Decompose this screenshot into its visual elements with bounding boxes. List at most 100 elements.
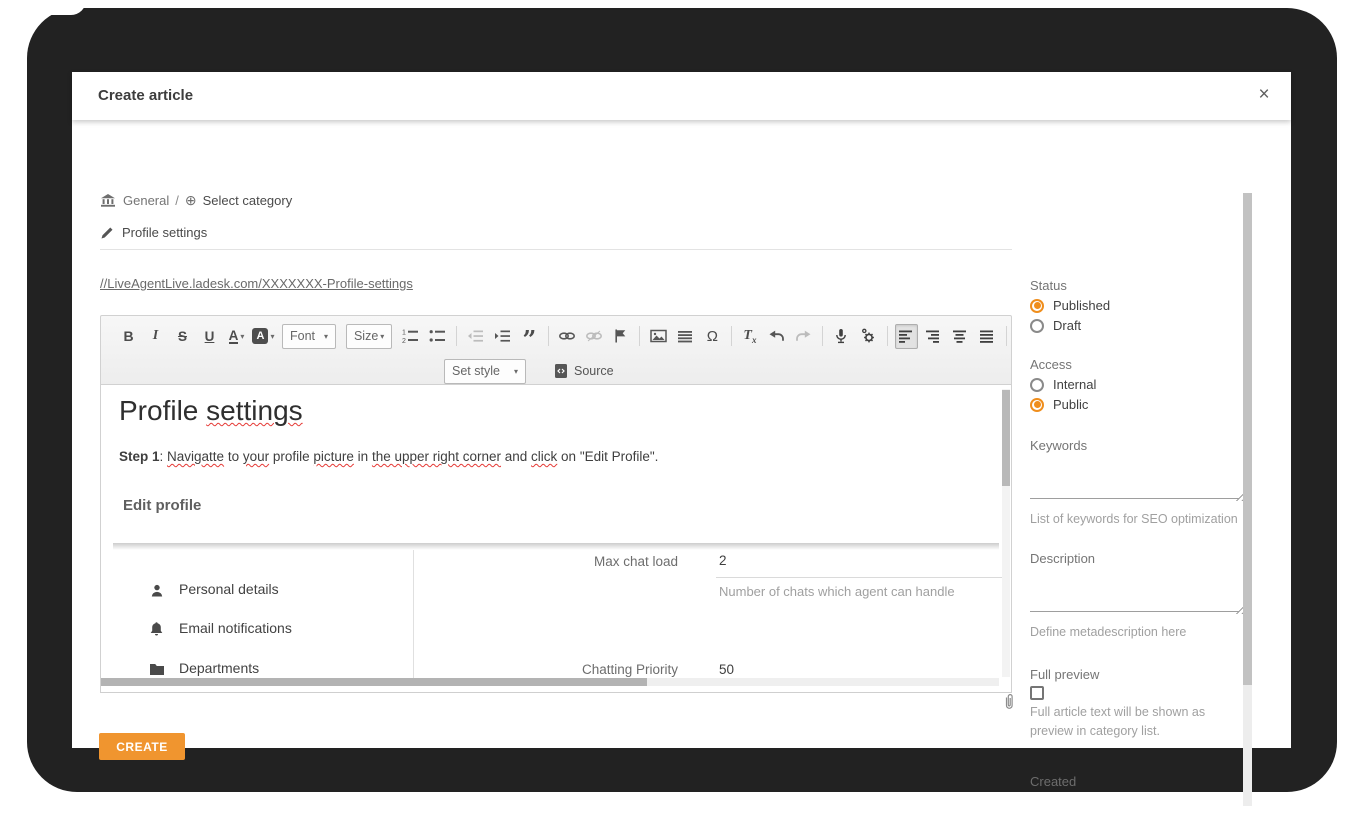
anchor-flag-icon[interactable] (609, 324, 632, 349)
outdent-icon[interactable] (464, 324, 487, 349)
editor-horizontal-scrollbar-thumb[interactable] (101, 678, 647, 686)
radio-icon-public[interactable] (1030, 398, 1044, 412)
breadcrumb-separator: / (175, 193, 179, 208)
attachment-paperclip-icon[interactable] (1003, 693, 1015, 711)
created-label: Created (1030, 774, 1243, 789)
set-style-dropdown[interactable]: Set style▾ (444, 359, 526, 384)
redo-icon[interactable] (792, 324, 815, 349)
underline-icon[interactable]: U (198, 324, 221, 349)
create-button[interactable]: CREATE (99, 733, 185, 760)
align-right-icon[interactable] (922, 324, 945, 349)
source-button[interactable]: Source (553, 363, 614, 379)
screenshot-nav-departments: Departments (149, 660, 259, 676)
editor-vertical-scrollbar[interactable] (1002, 389, 1010, 677)
radio-icon-draft[interactable] (1030, 319, 1044, 333)
screenshot-nav-email-notifications: Email notifications (149, 620, 292, 636)
editor-vertical-scrollbar-thumb[interactable] (1002, 390, 1010, 486)
full-preview-checkbox[interactable] (1030, 686, 1044, 700)
field-label-chatting-priority: Chatting Priority (431, 662, 678, 677)
radio-label-published: Published (1053, 298, 1110, 313)
article-title-text: Profile settings (122, 225, 207, 240)
embedded-screenshot-title: Edit profile (123, 497, 201, 514)
editor-content-area[interactable]: Profile settings Step 1: Navigatte to yo… (100, 385, 1012, 693)
size-dropdown[interactable]: Size▾ (346, 324, 392, 349)
description-helper: Define metadescription here (1030, 623, 1243, 642)
access-label: Access (1030, 357, 1243, 372)
radio-icon-internal[interactable] (1030, 378, 1044, 392)
breadcrumb-category[interactable]: General (123, 193, 169, 208)
indent-icon[interactable] (491, 324, 514, 349)
radio-label-draft: Draft (1053, 318, 1081, 333)
background-color-icon[interactable]: A▾ (252, 324, 275, 349)
frame-notch (0, 0, 86, 15)
embedded-screenshot-shadow (113, 543, 999, 550)
speech-settings-gear-icon[interactable] (857, 324, 880, 349)
sidebar-scrollbar[interactable] (1243, 193, 1252, 806)
justify-icon[interactable] (976, 324, 999, 349)
editor-toolbar: B I S U A▾ A▾ Font▾ Size▾ 12 (100, 315, 1012, 385)
category-bank-icon (100, 193, 116, 208)
italic-icon[interactable]: I (144, 324, 167, 349)
bold-icon[interactable]: B (117, 324, 140, 349)
description-input[interactable] (1030, 568, 1239, 612)
description-label: Description (1030, 551, 1243, 566)
bulleted-list-icon[interactable] (426, 324, 449, 349)
folder-icon (149, 662, 165, 676)
bell-icon (149, 621, 164, 637)
close-icon[interactable]: × (1251, 82, 1277, 108)
radio-published[interactable]: Published (1030, 298, 1243, 313)
align-center-icon[interactable] (949, 324, 972, 349)
image-icon[interactable] (647, 324, 670, 349)
article-url-link[interactable]: //LiveAgentLive.ladesk.com/XXXXXXX-Profi… (100, 276, 413, 291)
radio-draft[interactable]: Draft (1030, 318, 1243, 333)
toolbar-row-1: B I S U A▾ A▾ Font▾ Size▾ 12 (101, 316, 1011, 356)
person-icon (149, 583, 165, 599)
full-preview-helper: Full article text will be shown as previ… (1030, 703, 1243, 742)
toolbar-separator (887, 326, 888, 346)
microphone-icon[interactable] (830, 324, 853, 349)
sidebar-scrollbar-thumb[interactable] (1243, 193, 1252, 685)
strikethrough-icon[interactable]: S (171, 324, 194, 349)
toolbar-separator (639, 326, 640, 346)
toolbar-separator (731, 326, 732, 346)
field-underline (716, 577, 1004, 578)
embedded-screenshot-divider (413, 550, 414, 679)
undo-icon[interactable] (765, 324, 788, 349)
field-label-max-chat-load: Max chat load (431, 554, 678, 569)
keywords-input[interactable] (1030, 455, 1239, 499)
screenshot-nav-personal-details: Personal details (149, 581, 279, 597)
special-character-icon[interactable]: Ω (701, 324, 724, 349)
horizontal-line-icon[interactable] (674, 324, 697, 349)
full-preview-label: Full preview (1030, 667, 1243, 682)
svg-text:2: 2 (402, 338, 406, 344)
source-label: Source (574, 364, 614, 378)
radio-label-public: Public (1053, 397, 1088, 412)
svg-text:1: 1 (402, 330, 406, 337)
radio-internal[interactable]: Internal (1030, 377, 1243, 392)
toolbar-separator (548, 326, 549, 346)
pencil-icon (100, 225, 115, 240)
unlink-icon[interactable] (582, 324, 605, 349)
article-heading: Profile settings (119, 395, 303, 427)
remove-format-icon[interactable]: Tx (738, 324, 761, 349)
keywords-helper: List of keywords for SEO optimization (1030, 510, 1243, 529)
link-icon[interactable] (555, 324, 578, 349)
article-step-paragraph: Step 1: Navigatte to your profile pictur… (119, 449, 658, 464)
text-color-icon[interactable]: A▾ (225, 324, 248, 349)
breadcrumb: General / ⊕ Select category (100, 192, 292, 209)
field-helper-max-chat-load: Number of chats which agent can handle (719, 584, 955, 599)
radio-public[interactable]: Public (1030, 397, 1243, 412)
radio-icon-published[interactable] (1030, 299, 1044, 313)
dialog-title: Create article (98, 87, 193, 104)
divider (100, 249, 1012, 250)
article-title-row[interactable]: Profile settings (100, 225, 207, 240)
font-dropdown[interactable]: Font▾ (282, 324, 336, 349)
radio-label-internal: Internal (1053, 377, 1096, 392)
editor-horizontal-scrollbar[interactable] (101, 678, 999, 686)
ordered-list-icon[interactable]: 12 (399, 324, 422, 349)
circled-plus-icon: ⊕ (185, 192, 197, 209)
align-left-icon[interactable] (895, 324, 918, 349)
blockquote-icon[interactable]: ” (518, 324, 541, 349)
select-category-link[interactable]: Select category (203, 193, 293, 208)
dialog-header: Create article × (72, 72, 1291, 120)
